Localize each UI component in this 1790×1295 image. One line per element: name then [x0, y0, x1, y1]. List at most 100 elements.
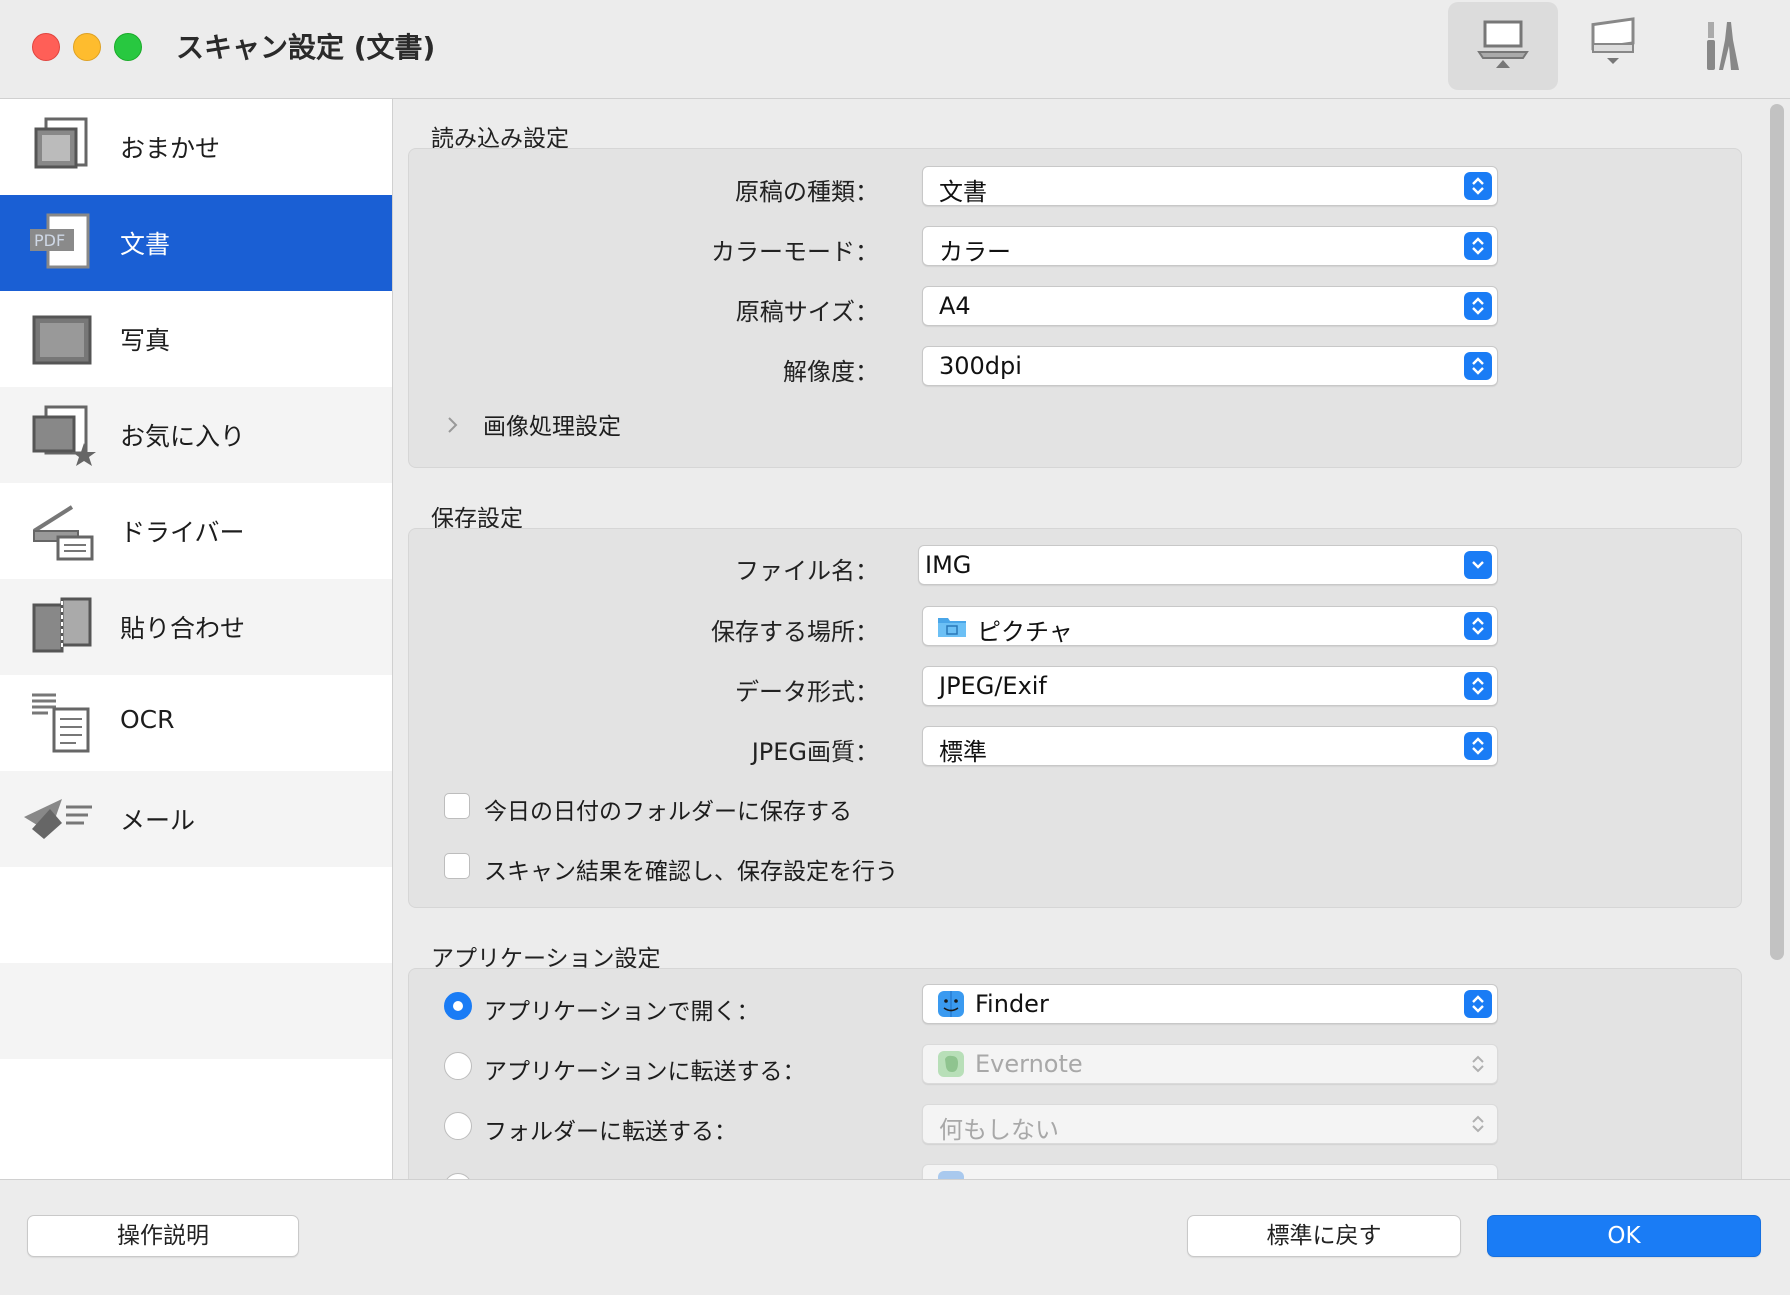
open-with-app-popup[interactable]: Finder — [922, 984, 1498, 1024]
ocr-icon — [32, 693, 90, 753]
chevron-updown-icon — [1464, 1110, 1492, 1138]
tools-icon — [1707, 22, 1739, 70]
title-bar: スキャン設定 (文書) — [0, 0, 1790, 99]
chevron-updown-icon — [1464, 1050, 1492, 1078]
zoom-window-button[interactable] — [114, 33, 142, 61]
send-to-folder-label[interactable]: フォルダーに転送する： — [484, 1112, 737, 1146]
open-with-app-value: Finder — [975, 990, 1049, 1018]
minimize-window-button[interactable] — [73, 33, 101, 61]
sidebar-empty-row — [0, 963, 392, 1059]
sidebar-item-driver[interactable]: ドライバー — [0, 483, 392, 579]
file-name-label: ファイル名： — [735, 557, 879, 585]
data-format-label: データ形式： — [735, 678, 879, 706]
driver-icon — [32, 505, 94, 561]
sidebar-item-label: おまかせ — [120, 134, 221, 163]
close-window-button[interactable] — [32, 33, 60, 61]
confirm-results-label[interactable]: スキャン結果を確認し、保存設定を行う — [484, 852, 898, 886]
save-settings-group: ファイル名： IMG 保存する場所： ピクチャ データ形式： JPEG/Exif — [408, 528, 1742, 908]
mail-icon — [24, 799, 92, 839]
app-settings-group: アプリケーションで開く： Finder アプリケーションに転送する： Evern… — [408, 968, 1742, 1179]
ok-button[interactable]: OK — [1487, 1215, 1761, 1257]
restore-defaults-button[interactable]: 標準に戻す — [1187, 1215, 1461, 1257]
send-to-folder-radio[interactable] — [444, 1112, 472, 1140]
sidebar-item-ocr[interactable]: OCR — [0, 675, 392, 771]
sidebar-item-photo[interactable]: 写真 — [0, 291, 392, 387]
send-to-app-label[interactable]: アプリケーションに転送する： — [484, 1052, 806, 1086]
data-format-value: JPEG/Exif — [939, 672, 1047, 700]
chevron-updown-icon — [1464, 232, 1492, 260]
paper-size-value: A4 — [939, 292, 971, 320]
open-with-app-radio[interactable] — [444, 992, 472, 1020]
sidebar-item-favorites[interactable]: お気に入り — [0, 387, 392, 483]
sidebar-item-label: お気に入り — [120, 422, 246, 451]
scan-settings-group: 原稿の種類： 文書 カラーモード： カラー 原稿サイズ： A4 解像度： 300… — [408, 148, 1742, 468]
sidebar-empty-row — [0, 867, 392, 963]
send-to-app-popup: Evernote — [922, 1044, 1498, 1084]
sidebar-item-auto[interactable]: おまかせ — [0, 99, 392, 195]
date-folder-checkbox[interactable] — [444, 793, 470, 819]
document-type-label: 原稿の種類： — [735, 178, 879, 206]
color-mode-value: カラー — [939, 238, 1011, 266]
sidebar-item-label: メール — [120, 806, 196, 835]
image-processing-disclosure[interactable]: 画像処理設定 — [483, 407, 621, 441]
scanner-icon — [1591, 17, 1635, 64]
sidebar-item-label: 文書 — [120, 230, 171, 259]
color-mode-label: カラーモード： — [711, 238, 879, 266]
chevron-updown-icon — [1464, 732, 1492, 760]
file-name-combobox[interactable]: IMG — [918, 545, 1498, 585]
jpeg-quality-label: JPEG画質： — [751, 738, 879, 766]
finder-icon — [938, 991, 964, 1017]
chevron-updown-icon — [1464, 352, 1492, 380]
paper-size-popup[interactable]: A4 — [922, 286, 1498, 326]
save-location-label: 保存する場所： — [711, 618, 879, 646]
settings-content: 読み込み設定 原稿の種類： 文書 カラーモード： カラー 原稿サイズ： A4 解… — [393, 99, 1765, 1179]
chevron-updown-icon — [1464, 990, 1492, 1018]
send-to-folder-popup: 何もしない — [922, 1104, 1498, 1144]
help-button[interactable]: 操作説明 — [27, 1215, 299, 1257]
sidebar-item-stitch[interactable]: 貼り合わせ — [0, 579, 392, 675]
sidebar-item-mail[interactable]: メール — [0, 771, 392, 867]
save-location-value: ピクチャ — [977, 618, 1073, 646]
toolbar-scan-from-panel-button[interactable] — [1558, 2, 1668, 90]
vertical-scrollbar[interactable] — [1770, 104, 1784, 960]
hidden-option-popup — [922, 1164, 1498, 1179]
resolution-label: 解像度： — [783, 358, 879, 386]
window-title: スキャン設定 (文書) — [176, 31, 436, 64]
toolbar-scan-from-computer-button[interactable] — [1448, 2, 1558, 90]
jpeg-quality-popup[interactable]: 標準 — [922, 726, 1498, 766]
evernote-icon — [938, 1051, 964, 1077]
sidebar: おまかせ PDF 文書 写真 お気に入り ドライバー 貼り合わせ OCR メール — [0, 99, 393, 1179]
toolbar-general-settings-button[interactable] — [1668, 2, 1778, 90]
resolution-value: 300dpi — [939, 352, 1022, 380]
document-type-popup[interactable]: 文書 — [922, 166, 1498, 206]
data-format-popup[interactable]: JPEG/Exif — [922, 666, 1498, 706]
stitch-icon — [32, 597, 92, 653]
auto-scan-icon — [34, 117, 88, 169]
footer-bar: 操作説明 標準に戻す OK — [0, 1179, 1790, 1295]
chevron-right-icon[interactable] — [445, 415, 459, 435]
jpeg-quality-value: 標準 — [939, 738, 987, 766]
favorites-icon — [32, 405, 96, 466]
svg-text:PDF: PDF — [34, 231, 65, 250]
resolution-popup[interactable]: 300dpi — [922, 346, 1498, 386]
open-with-app-label[interactable]: アプリケーションで開く： — [484, 992, 760, 1026]
photo-icon — [32, 315, 92, 365]
mail-app-icon — [938, 1171, 964, 1179]
document-type-value: 文書 — [939, 178, 987, 206]
sidebar-item-document[interactable]: PDF 文書 — [0, 195, 392, 291]
chevron-updown-icon — [1464, 612, 1492, 640]
paper-size-label: 原稿サイズ： — [735, 298, 879, 326]
chevron-updown-icon — [1464, 672, 1492, 700]
sidebar-item-label: 写真 — [120, 326, 171, 355]
save-location-popup[interactable]: ピクチャ — [922, 606, 1498, 646]
confirm-results-checkbox[interactable] — [444, 853, 470, 879]
computer-scan-icon — [1477, 20, 1529, 68]
color-mode-popup[interactable]: カラー — [922, 226, 1498, 266]
file-name-value: IMG — [925, 551, 972, 579]
send-to-app-radio[interactable] — [444, 1052, 472, 1080]
sidebar-item-label: ドライバー — [120, 518, 245, 547]
date-folder-label[interactable]: 今日の日付のフォルダーに保存する — [484, 792, 852, 826]
pictures-folder-icon — [938, 618, 966, 637]
send-to-folder-value: 何もしない — [939, 1116, 1059, 1144]
chevron-down-icon[interactable] — [1464, 551, 1492, 579]
